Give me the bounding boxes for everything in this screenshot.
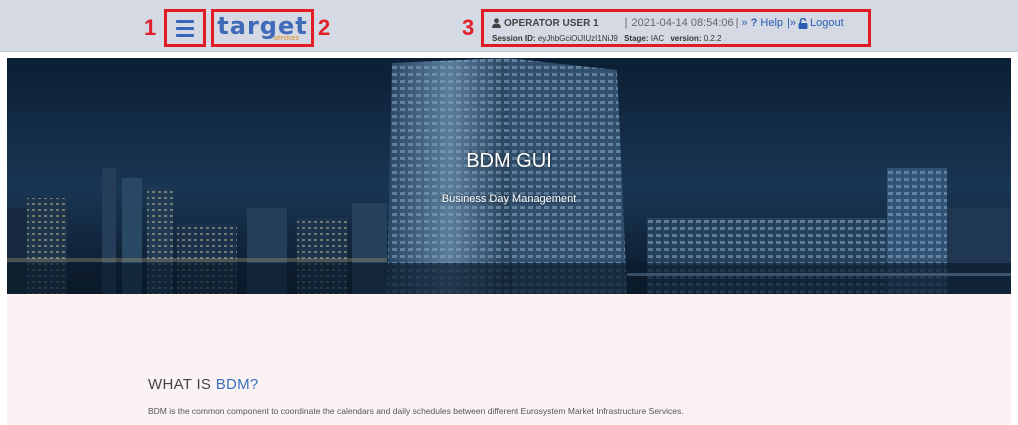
stage-value: IAC: [650, 34, 665, 43]
callout-3: 3: [462, 15, 475, 40]
session-info-panel: OPERATOR USER 1 | 2021-04-14 08:54:06 | …: [481, 9, 871, 47]
help-prefix: »: [741, 17, 748, 29]
section-description: BDM is the common component to coordinat…: [148, 406, 684, 416]
logo-text: target: [217, 11, 308, 40]
user-icon: [492, 18, 501, 28]
session-id-value: eyJhbGciOiJIUzI1NiJ9: [537, 34, 618, 43]
heading-prefix: WHAT IS: [148, 376, 216, 393]
unlock-icon: [798, 17, 808, 29]
version-label: version:: [670, 34, 702, 43]
user-name: OPERATOR USER 1: [504, 17, 599, 29]
city-skyline-image: [7, 58, 1011, 294]
datetime: 2021-04-14 08:54:06: [631, 17, 734, 29]
menu-button[interactable]: [164, 9, 206, 47]
session-id-label: Session ID:: [492, 34, 536, 43]
logout-link[interactable]: Logout: [810, 17, 844, 29]
hamburger-menu-icon: [176, 19, 194, 37]
target-services-logo[interactable]: target services: [211, 9, 314, 47]
heading-accent: BDM?: [215, 376, 259, 393]
help-link[interactable]: Help: [760, 17, 783, 29]
callout-2: 2: [318, 15, 331, 40]
hero-title: BDM GUI: [466, 150, 552, 172]
logo-subtext: services: [273, 34, 299, 42]
hero-banner: BDM GUI Business Day Management: [7, 58, 1011, 294]
question-mark-icon: ?: [750, 17, 758, 29]
callout-1: 1: [144, 15, 157, 40]
hero-subtitle: Business Day Management: [441, 193, 577, 205]
version-value: 0.2.2: [703, 34, 722, 43]
intro-section: WHAT IS BDM? BDM is the common component…: [7, 294, 1011, 425]
separator: |: [624, 17, 628, 29]
separator: |: [735, 17, 739, 29]
logout-prefix: |»: [787, 17, 796, 29]
section-heading: WHAT IS BDM?: [148, 376, 259, 393]
stage-label: Stage:: [624, 34, 649, 43]
